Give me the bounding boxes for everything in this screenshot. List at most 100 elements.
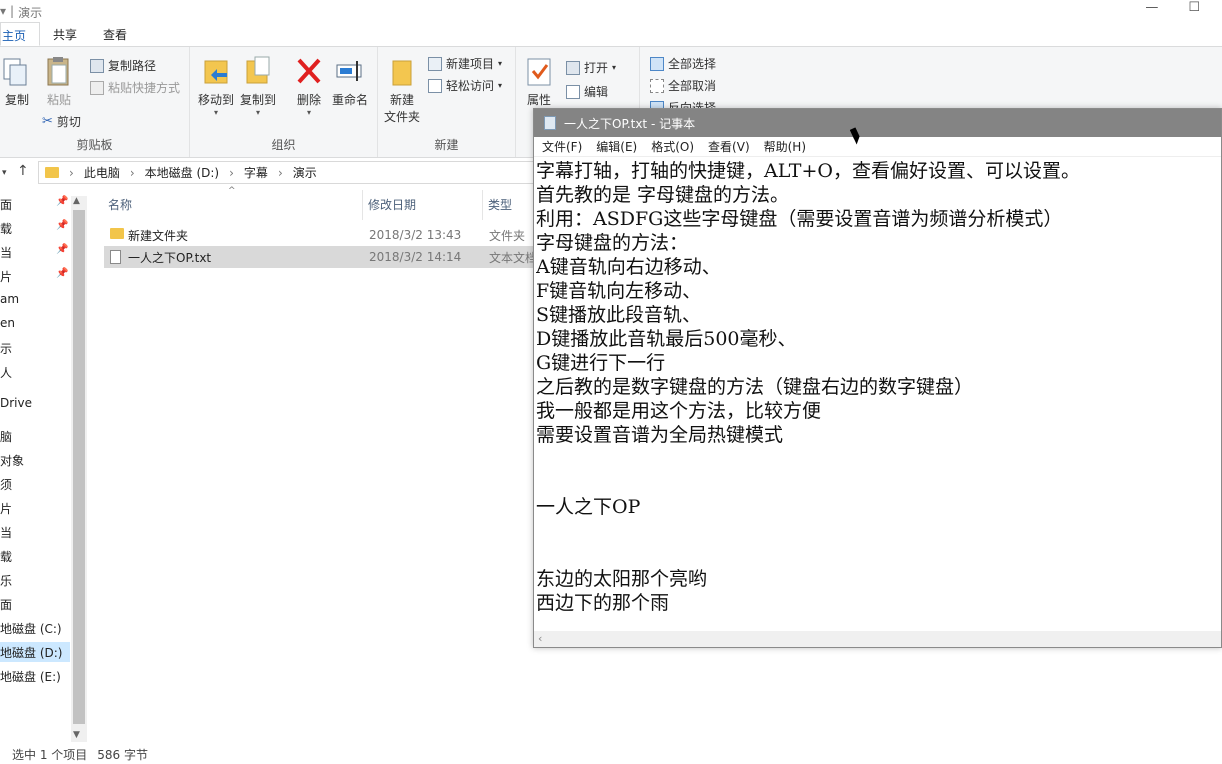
easy-access-button[interactable]: 轻松访问 ▾ — [428, 77, 502, 94]
nav-item[interactable]: 面 — [0, 596, 12, 613]
notepad-icon — [544, 116, 556, 130]
rename-button[interactable]: 重命名 — [332, 55, 368, 108]
tab-share[interactable]: 共享 — [40, 22, 90, 46]
edit-icon — [566, 84, 580, 99]
column-header-date[interactable]: 修改日期 — [368, 196, 416, 213]
nav-item-drive-d[interactable]: 地磁盘 (D:) — [0, 642, 70, 662]
menu-help[interactable]: 帮助(H) — [764, 138, 806, 155]
paste-shortcut-button[interactable]: 粘贴快捷方式 — [90, 79, 180, 96]
copy-label: 复制 — [4, 93, 29, 107]
column-separator[interactable] — [482, 190, 483, 220]
file-name: 一人之下OP.txt — [128, 250, 212, 265]
paste-icon — [47, 57, 69, 86]
nav-item[interactable]: 当 — [0, 244, 12, 261]
nav-item[interactable]: 须 — [0, 476, 12, 493]
folder-icon — [110, 228, 124, 239]
move-to-dropdown-icon: ▾ — [214, 108, 219, 117]
nav-item[interactable]: 示 — [0, 340, 12, 357]
maximize-icon[interactable]: ☐ — [1188, 0, 1200, 15]
new-folder-icon — [392, 60, 412, 86]
delete-button[interactable]: 删除 ▾ — [294, 55, 324, 117]
copy-button[interactable]: 复制 — [2, 55, 32, 108]
file-type: 文件夹 — [489, 228, 526, 243]
sort-ascending-icon: ^ — [228, 186, 236, 196]
status-size: 586 字节 — [97, 748, 148, 762]
notepad-titlebar[interactable]: 一人之下OP.txt - 记事本 — [534, 109, 1221, 137]
breadcrumb-this-pc[interactable]: 此电脑 — [84, 164, 120, 181]
nav-item[interactable]: 对象 — [0, 452, 24, 469]
move-to-button[interactable]: 移动到 ▾ — [198, 55, 234, 117]
menu-format[interactable]: 格式(O) — [651, 138, 694, 155]
menu-edit[interactable]: 编辑(E) — [596, 138, 637, 155]
breadcrumb-separator-icon: › — [69, 165, 74, 180]
nav-item-drive-e[interactable]: 地磁盘 (E:) — [0, 668, 61, 685]
copy-to-button[interactable]: 复制到 ▾ — [240, 55, 276, 117]
nav-item-drive-c[interactable]: 地磁盘 (C:) — [0, 620, 62, 637]
scroll-down-icon[interactable]: ▼ — [73, 730, 80, 740]
scroll-left-icon[interactable]: ‹ — [538, 632, 542, 645]
select-all-button[interactable]: 全部选择 — [650, 55, 716, 72]
properties-button[interactable]: 属性 — [524, 55, 554, 108]
notepad-horizontal-scrollbar[interactable]: ‹ — [534, 631, 1221, 647]
new-item-button[interactable]: 新建项目 ▾ — [428, 55, 502, 72]
move-to-icon — [204, 60, 228, 84]
move-to-label: 移动到 — [198, 93, 235, 107]
nav-item[interactable]: 载 — [0, 548, 12, 565]
tab-home[interactable]: 主页 — [0, 22, 41, 46]
nav-item-onedrive[interactable]: Drive — [0, 396, 32, 410]
quick-access-dropdown-icon[interactable]: ▾ — [0, 4, 6, 21]
pin-icon: 📌 — [56, 244, 69, 255]
select-none-button[interactable]: 全部取消 — [650, 77, 716, 94]
breadcrumb-separator-icon: › — [229, 165, 234, 180]
breadcrumb-drive-d[interactable]: 本地磁盘 (D:) — [145, 164, 219, 181]
scroll-up-icon[interactable]: ▲ — [73, 196, 80, 206]
menu-view[interactable]: 查看(V) — [708, 138, 750, 155]
nav-item-this-pc[interactable]: 脑 — [0, 428, 12, 445]
menu-file[interactable]: 文件(F) — [542, 138, 582, 155]
nav-item[interactable]: 片 — [0, 268, 12, 285]
column-header-type[interactable]: 类型 — [488, 196, 512, 213]
nav-item[interactable]: am — [0, 292, 19, 306]
nav-item[interactable]: 载 — [0, 220, 12, 237]
paste-shortcut-icon — [90, 80, 104, 95]
nav-item[interactable]: 人 — [0, 364, 12, 381]
nav-item[interactable]: 乐 — [0, 572, 12, 589]
nav-item[interactable]: 当 — [0, 524, 12, 541]
recent-locations-icon[interactable]: ▾ — [2, 168, 7, 178]
open-dropdown-icon: ▾ — [612, 63, 617, 72]
address-bar[interactable]: › 此电脑 › 本地磁盘 (D:) › 字幕 › 演示 — [38, 161, 538, 184]
pin-icon: 📌 — [56, 268, 69, 279]
open-button[interactable]: 打开 ▾ — [566, 59, 616, 76]
paste-button[interactable]: 粘贴 — [44, 55, 74, 108]
nav-arrows: ▾ ↑ — [2, 163, 29, 179]
edit-button[interactable]: 编辑 — [566, 83, 608, 100]
file-row[interactable]: 一人之下OP.txt 2018/3/2 14:14 文本文档 — [104, 246, 538, 268]
column-separator[interactable] — [362, 190, 363, 220]
new-folder-label: 新建 文件夹 — [384, 93, 421, 124]
paste-shortcut-label: 粘贴快捷方式 — [108, 81, 181, 95]
scrollbar-thumb[interactable] — [73, 210, 85, 724]
copy-path-button[interactable]: 复制路径 — [90, 57, 156, 74]
status-selected: 选中 1 个项目 — [12, 748, 88, 762]
copy-path-label: 复制路径 — [108, 59, 157, 73]
new-group-title: 新建 — [434, 138, 459, 152]
minimize-icon[interactable]: — — [1145, 0, 1158, 15]
breadcrumb-subtitles[interactable]: 字幕 — [244, 164, 268, 181]
breadcrumb-demo[interactable]: 演示 — [293, 164, 317, 181]
notepad-text-area[interactable]: 字幕打轴，打轴的快捷键，ALT+O，查看偏好设置、可以设置。 首先教的是 字母键… — [536, 159, 1220, 631]
tab-view[interactable]: 查看 — [90, 22, 140, 46]
nav-pane-scrollbar[interactable]: ▲ ▼ — [71, 196, 87, 742]
nav-item[interactable]: 面 — [0, 196, 12, 213]
up-arrow-icon[interactable]: ↑ — [17, 163, 29, 179]
nav-item[interactable]: en — [0, 316, 15, 330]
file-row[interactable]: 新建文件夹 2018/3/2 13:43 文件夹 — [104, 224, 538, 246]
copy-to-label: 复制到 — [240, 93, 277, 107]
properties-label: 属性 — [526, 93, 551, 107]
notepad-window: 一人之下OP.txt - 记事本 文件(F) 编辑(E) 格式(O) 查看(V)… — [533, 108, 1222, 648]
column-header-name[interactable]: 名称 — [108, 196, 132, 213]
file-name: 新建文件夹 — [128, 228, 189, 243]
rename-label: 重命名 — [332, 93, 369, 107]
new-folder-button[interactable]: 新建 文件夹 — [384, 55, 420, 125]
nav-item[interactable]: 片 — [0, 500, 12, 517]
cut-button[interactable]: ✂ 剪切 — [42, 113, 81, 130]
